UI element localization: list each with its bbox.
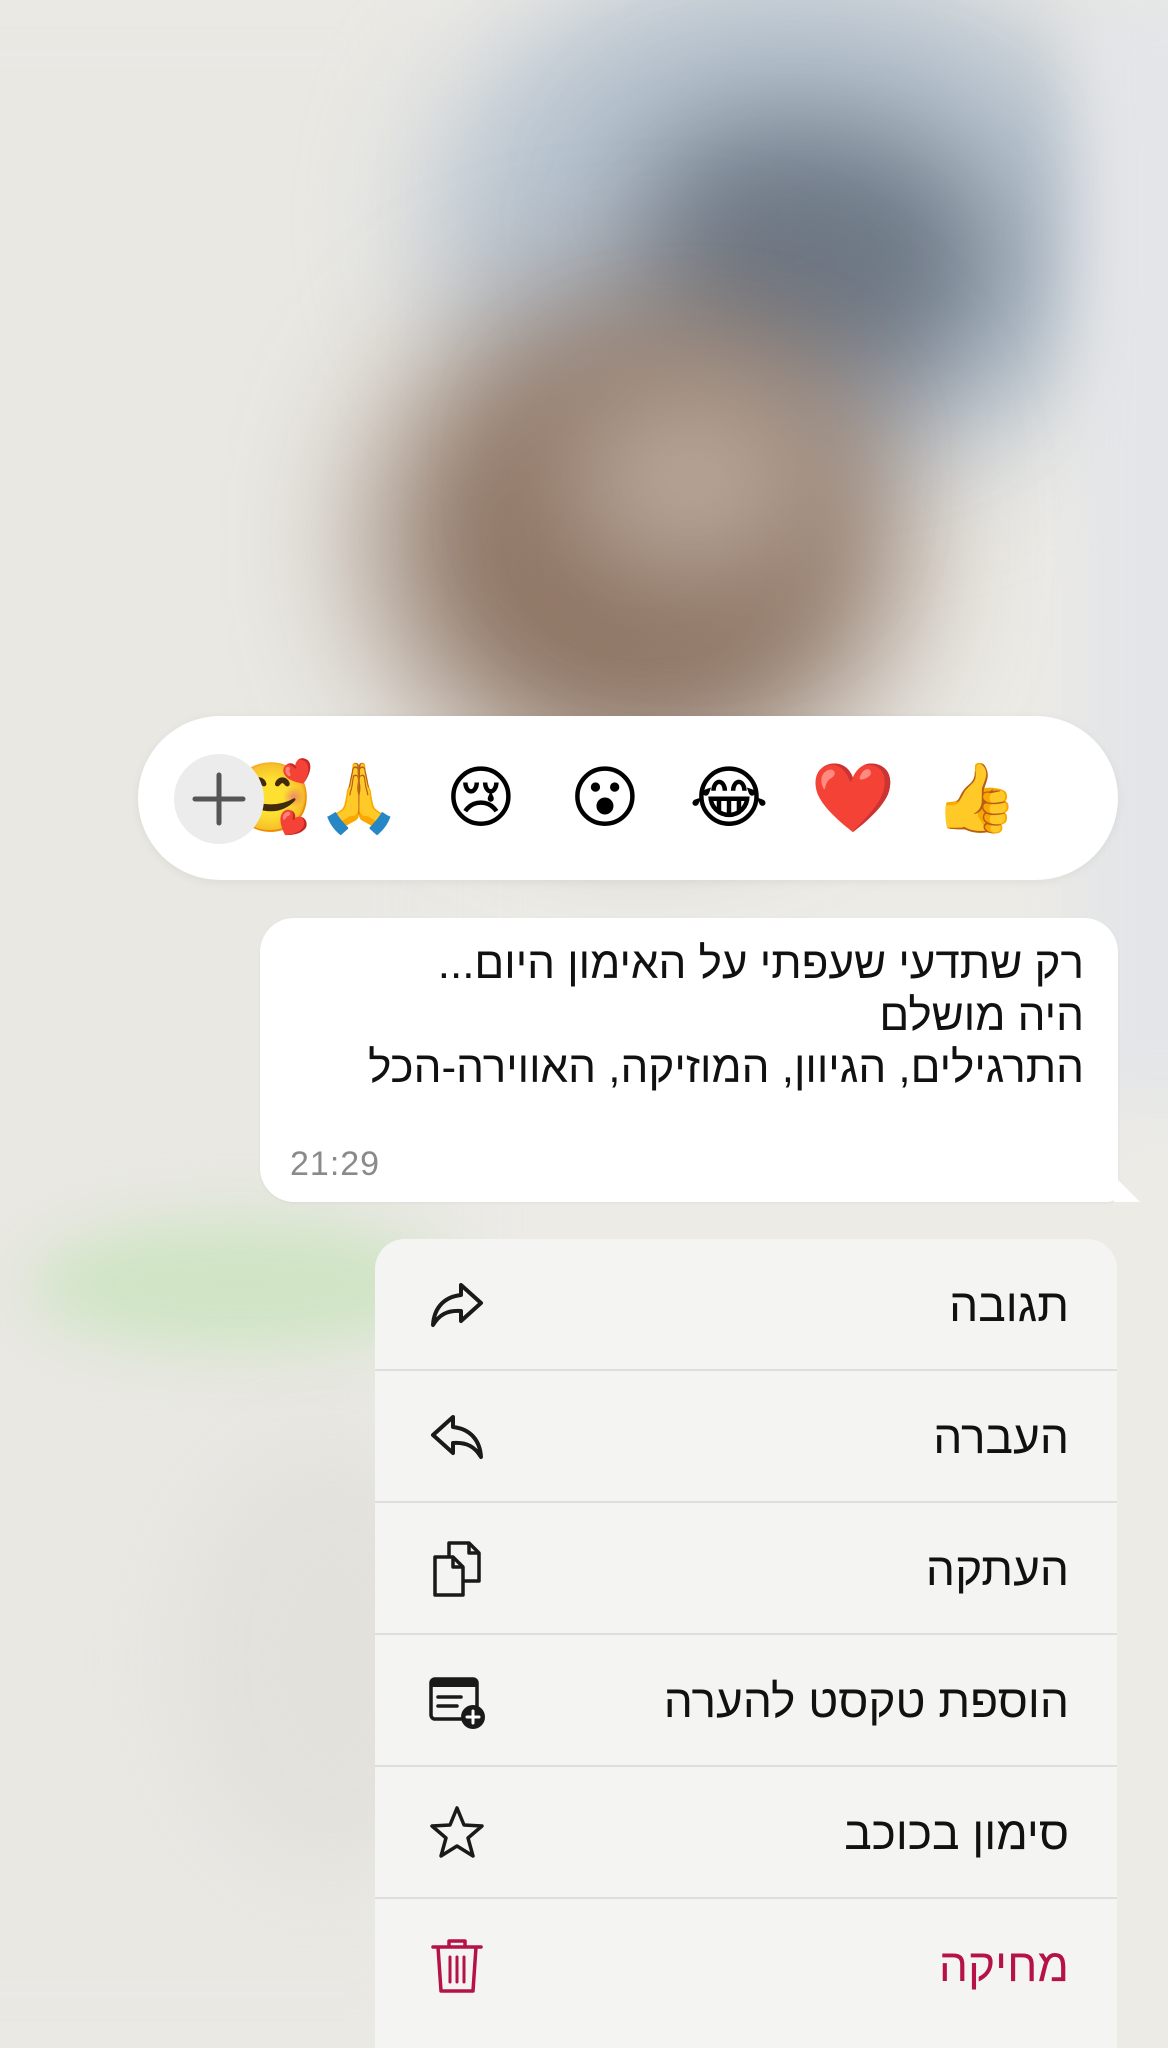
menu-item-forward[interactable]: העברה bbox=[375, 1371, 1117, 1503]
plus-icon bbox=[192, 772, 246, 826]
reaction-crying[interactable]: 😢 bbox=[438, 756, 524, 842]
add-reaction-button[interactable] bbox=[174, 754, 264, 844]
menu-item-copy[interactable]: העתקה bbox=[375, 1503, 1117, 1635]
message-bubble[interactable]: רק שתדעי שעפתי על האימון היום... היה מוש… bbox=[260, 918, 1140, 1202]
reaction-bar: 👍 ❤️ 😂 😮 😢 🙏 🥰 bbox=[138, 716, 1118, 880]
copy-icon bbox=[433, 1541, 481, 1597]
menu-item-star[interactable]: סימון בכוכב bbox=[375, 1767, 1117, 1899]
message-line: היה מושלם bbox=[879, 991, 1084, 1040]
forward-icon bbox=[431, 1415, 483, 1459]
menu-item-reply[interactable]: תגובה bbox=[375, 1239, 1117, 1371]
menu-item-label: תגובה bbox=[949, 1279, 1069, 1331]
message-line: התרגילים, הגיוון, המוזיקה, האווירה-הכל bbox=[368, 1043, 1084, 1092]
message-timestamp: 21:29 bbox=[290, 1145, 381, 1183]
message-text: רק שתדעי שעפתי על האימון היום... היה מוש… bbox=[280, 938, 1084, 1094]
menu-item-label: העתקה bbox=[925, 1543, 1069, 1595]
menu-item-label: מחיקה bbox=[938, 1939, 1069, 1991]
menu-item-label: הוספת טקסט להערה bbox=[663, 1675, 1069, 1727]
reaction-praying-hands[interactable]: 🙏 bbox=[316, 756, 402, 842]
menu-item-add-note[interactable]: הוספת טקסט להערה bbox=[375, 1635, 1117, 1767]
message-line: רק שתדעי שעפתי על האימון היום... bbox=[437, 939, 1084, 988]
reaction-thumbs-up[interactable]: 👍 bbox=[933, 756, 1019, 842]
context-menu: תגובה העברה העתקה הוספת טקסט להערה סימון… bbox=[375, 1239, 1117, 2048]
add-note-icon bbox=[429, 1677, 485, 1729]
reaction-surprised[interactable]: 😮 bbox=[562, 756, 648, 842]
menu-item-label: העברה bbox=[933, 1411, 1069, 1463]
menu-item-label: סימון בכוכב bbox=[844, 1807, 1069, 1859]
trash-icon bbox=[431, 1939, 483, 1993]
menu-item-delete[interactable]: מחיקה bbox=[375, 1899, 1117, 2031]
reply-icon bbox=[431, 1283, 483, 1327]
star-icon bbox=[430, 1806, 484, 1858]
screen: 👍 ❤️ 😂 😮 😢 🙏 🥰 רק שתדעי שעפתי על האימון … bbox=[0, 0, 1168, 2048]
reaction-heart[interactable]: ❤️ bbox=[810, 756, 896, 842]
bubble-tail bbox=[1114, 1176, 1140, 1202]
reaction-laughing[interactable]: 😂 bbox=[686, 756, 772, 842]
